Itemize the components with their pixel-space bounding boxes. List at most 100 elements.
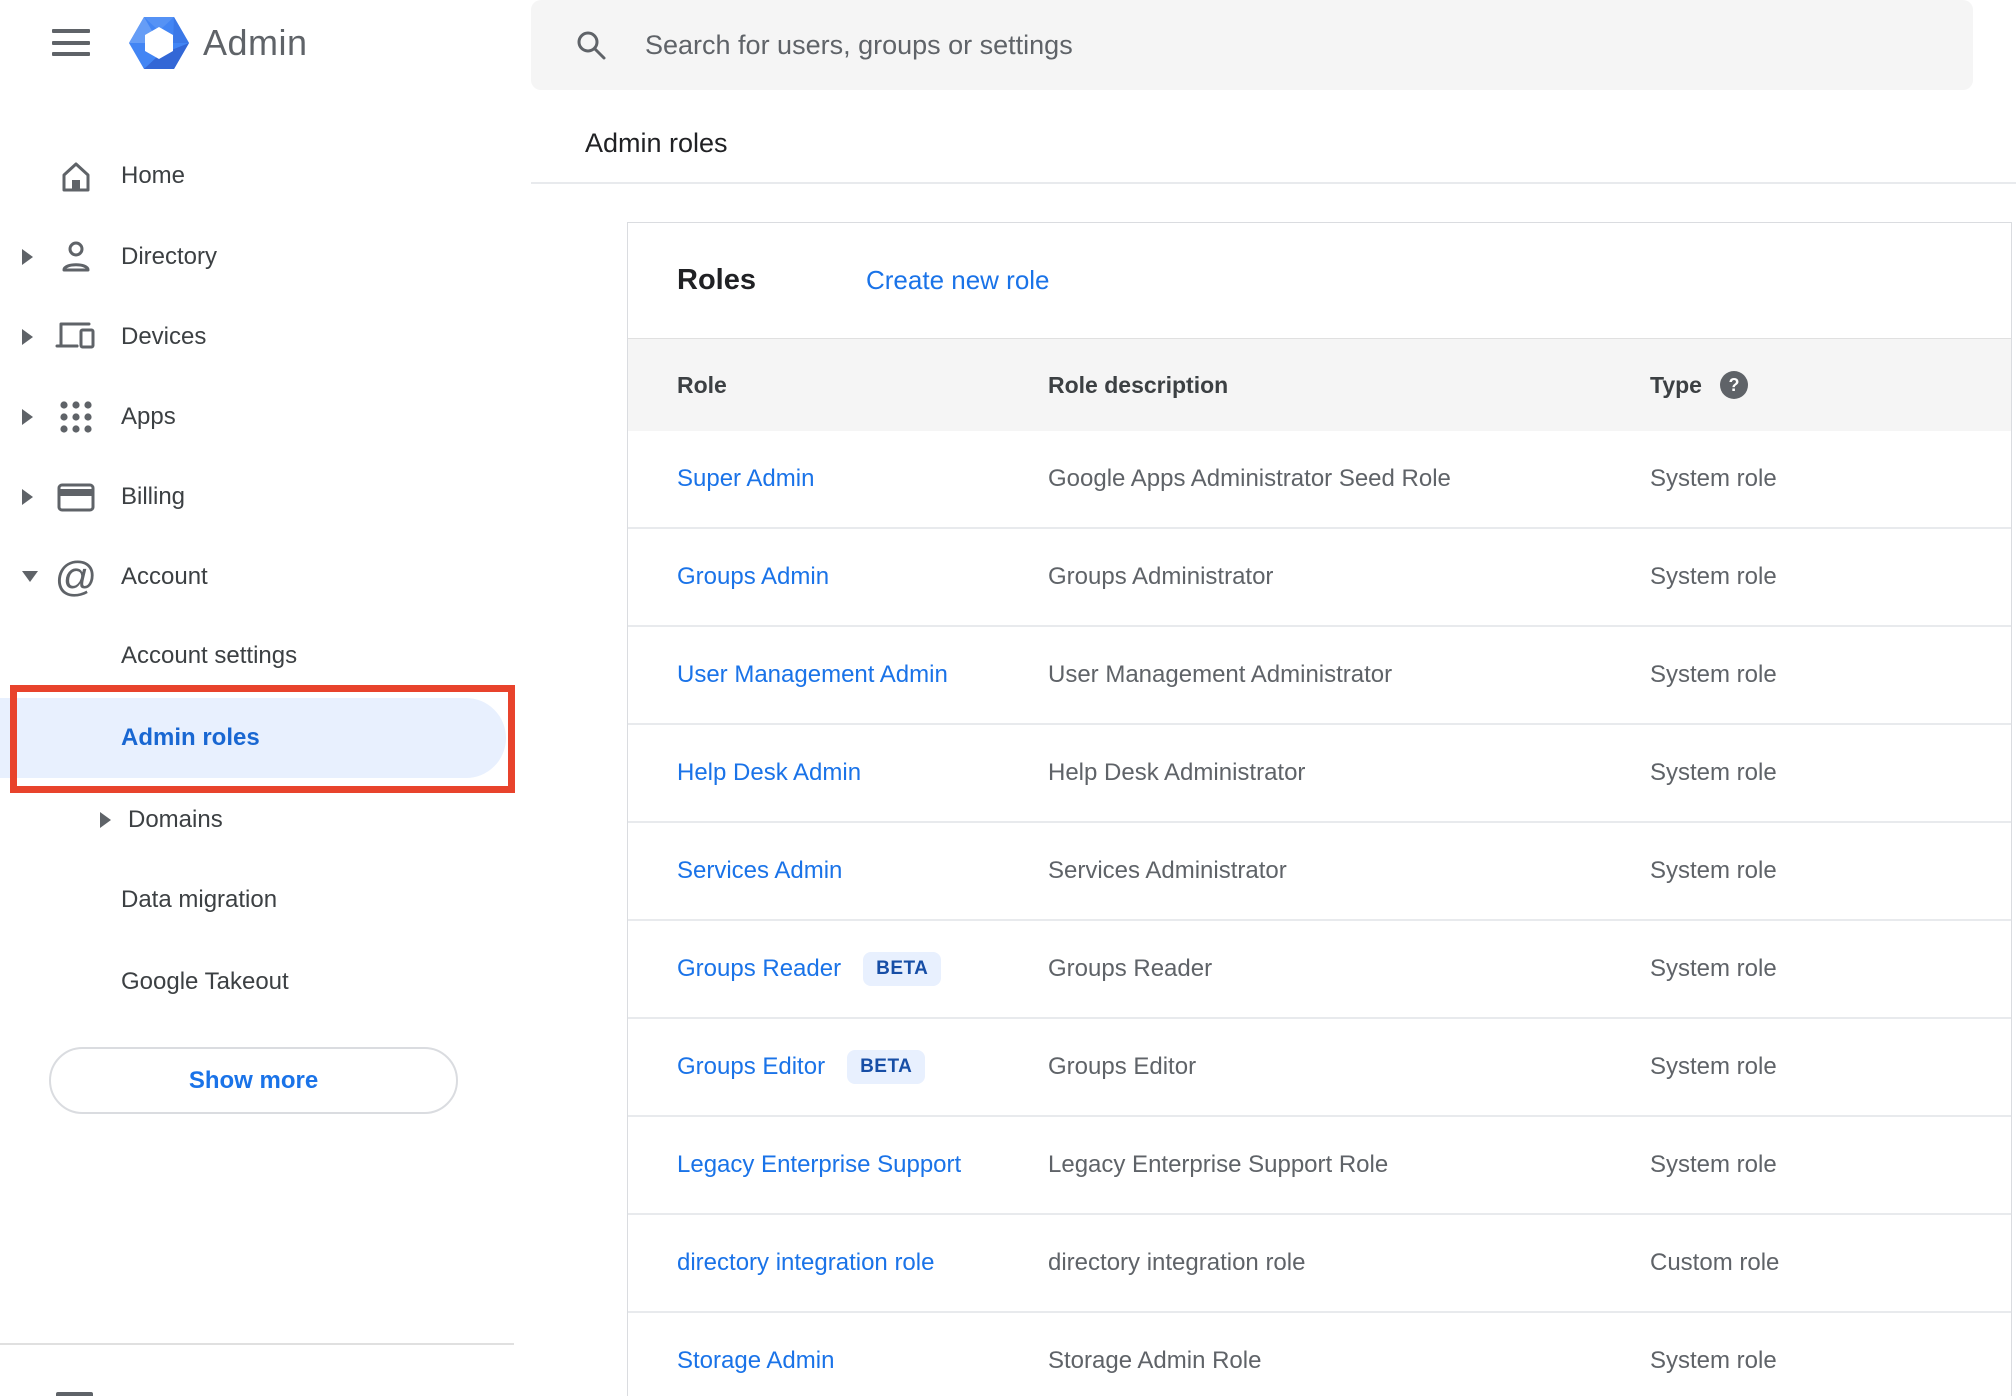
sidebar-item-apps[interactable]: Apps [0,377,514,457]
sidebar-item-label: Domains [128,806,223,833]
sidebar-item-admin-roles[interactable]: Admin roles [0,698,514,778]
role-link[interactable]: Groups Editor [677,1053,825,1081]
roles-title: Roles [677,264,756,296]
role-description: directory integration role [1048,1249,1306,1276]
table-row: Super Admin Google Apps Administrator Se… [628,431,2011,529]
role-link[interactable]: Super Admin [677,465,814,493]
sidebar-item-label: Google Takeout [121,968,289,995]
sidebar-item-home[interactable]: Home [0,136,514,216]
admin-logo-icon [129,17,189,69]
role-cell: Groups Admin [677,563,1048,591]
table-row: Help Desk Admin Help Desk Administrator … [628,725,2011,823]
search-input[interactable] [645,29,1973,61]
role-link[interactable]: Groups Reader [677,955,841,983]
home-icon [54,154,98,198]
admin-console: Admin Admin roles Home [0,0,2016,1396]
search-bar[interactable] [531,0,1973,90]
role-description: Storage Admin Role [1048,1347,1262,1374]
role-cell: Help Desk Admin [677,759,1048,787]
role-cell: Groups Reader BETA [677,952,1048,986]
table-row: Legacy Enterprise Support Legacy Enterpr… [628,1117,2011,1215]
sidebar-item-account[interactable]: @ Account [0,537,514,617]
role-type: System role [1650,1151,1777,1178]
apps-grid-icon [54,395,98,439]
role-type: System role [1650,1053,1777,1080]
role-type: System role [1650,857,1777,884]
role-link[interactable]: Storage Admin [677,1347,834,1375]
role-cell: Storage Admin [677,1347,1048,1375]
roles-card-titlebar: Roles Create new role [628,223,2011,338]
search-icon [577,31,606,60]
breadcrumb: Admin roles [585,128,728,158]
role-cell: directory integration role [677,1249,1048,1277]
chevron-right-icon[interactable] [22,489,33,505]
role-type: Custom role [1650,1249,1780,1276]
role-type: System role [1650,563,1777,590]
role-type: System role [1650,1347,1777,1374]
sidebar-item-label: Account settings [121,642,298,669]
header-divider [531,182,2016,184]
role-cell: Legacy Enterprise Support [677,1151,1048,1179]
column-header-type: Type ? [1650,371,2011,399]
show-more-button[interactable]: Show more [49,1047,458,1114]
sidebar-item-label: Home [121,162,186,189]
table-row: Groups Admin Groups Administrator System… [628,529,2011,627]
sidebar-item-data-migration[interactable]: Data migration [0,860,514,940]
sidebar-item-devices[interactable]: Devices [0,297,514,377]
role-link[interactable]: Legacy Enterprise Support [677,1151,961,1179]
role-cell: User Management Admin [677,661,1048,689]
chevron-right-icon[interactable] [22,329,33,345]
chevron-down-icon[interactable] [22,571,38,582]
create-new-role-link[interactable]: Create new role [866,265,1050,296]
role-description: Groups Administrator [1048,563,1274,590]
column-header-role-description: Role description [1048,371,1229,398]
sidebar-item-domains[interactable]: Domains [0,780,514,860]
role-description: Google Apps Administrator Seed Role [1048,465,1451,492]
table-row: directory integration role directory int… [628,1215,2011,1313]
role-type: System role [1650,759,1777,786]
product-title: Admin [203,22,308,63]
sidebar-divider [0,1343,514,1345]
sidebar-item-google-takeout[interactable]: Google Takeout [0,942,514,1022]
roles-card: Roles Create new role Role Role descript… [627,222,2012,1396]
table-row: User Management Admin User Management Ad… [628,627,2011,725]
credit-card-icon [54,475,98,519]
at-sign-icon: @ [54,553,98,600]
table-row: Groups Editor BETA Groups Editor System … [628,1019,2011,1117]
role-description: User Management Administrator [1048,661,1393,688]
role-link[interactable]: User Management Admin [677,661,948,689]
role-description: Groups Reader [1048,955,1213,982]
table-row: Services Admin Services Administrator Sy… [628,823,2011,921]
sidebar-item-label: Account [121,563,208,590]
role-description: Help Desk Administrator [1048,759,1306,786]
sidebar-item-account-settings[interactable]: Account settings [0,616,514,696]
sidebar-item-label: Billing [121,483,186,510]
role-link[interactable]: Services Admin [677,857,842,885]
role-link[interactable]: Groups Admin [677,563,829,591]
column-header-role: Role [677,371,727,398]
role-cell: Services Admin [677,857,1048,885]
role-description: Legacy Enterprise Support Role [1048,1151,1389,1178]
role-link[interactable]: Help Desk Admin [677,759,861,787]
role-type: System role [1650,661,1777,688]
sidebar-item-directory[interactable]: Directory [0,217,514,297]
chevron-right-icon[interactable] [22,409,33,425]
sidebar-item-billing[interactable]: Billing [0,457,514,537]
menu-hamburger-icon[interactable] [52,29,90,56]
roles-table-header: Role Role description Type ? [628,338,2011,431]
devices-icon [54,315,98,359]
person-icon [54,235,98,279]
sidebar-item-label: Devices [121,323,207,350]
role-description: Services Administrator [1048,857,1287,884]
table-row: Storage Admin Storage Admin Role System … [628,1313,2011,1396]
beta-badge: BETA [863,952,942,986]
role-link[interactable]: directory integration role [677,1249,934,1277]
role-description: Groups Editor [1048,1053,1197,1080]
sidebar-item-label: Directory [121,243,218,270]
sidebar-item-label: Data migration [121,886,278,913]
help-icon[interactable]: ? [1719,371,1748,399]
role-cell: Super Admin [677,465,1048,493]
chevron-right-icon[interactable] [22,249,33,265]
chevron-right-icon[interactable] [100,812,111,828]
feedback-icon[interactable] [56,1392,93,1396]
